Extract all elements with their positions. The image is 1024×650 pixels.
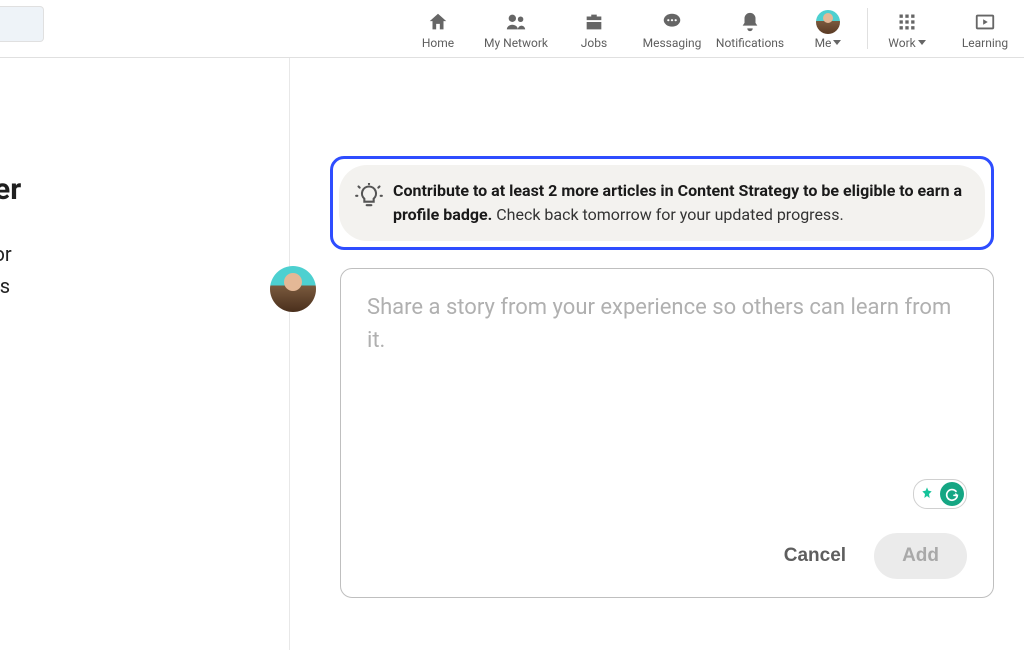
progress-callout-highlight: Contribute to at least 2 more articles i… — [330, 156, 994, 250]
nav-label: Work — [888, 36, 915, 50]
briefcase-icon — [582, 10, 606, 34]
nav-home[interactable]: Home — [399, 0, 477, 57]
nav-network[interactable]: My Network — [477, 0, 555, 57]
grammarly-icon — [940, 482, 964, 506]
message-icon — [660, 10, 684, 34]
home-icon — [426, 10, 450, 34]
chevron-down-icon — [833, 40, 841, 45]
people-icon — [504, 10, 528, 34]
nav-label: My Network — [484, 36, 548, 50]
nav-label: Learning — [962, 36, 1008, 50]
nav-notifications[interactable]: Notifications — [711, 0, 789, 57]
grid-icon — [895, 10, 919, 34]
compose-actions: Cancel Add — [367, 533, 967, 579]
sidebar-body-line: ples, stories, or — [0, 238, 289, 270]
bell-icon — [738, 10, 762, 34]
chevron-down-icon — [918, 40, 926, 45]
nav-label: Messaging — [643, 36, 702, 50]
grammarly-tone-icon — [916, 483, 938, 505]
main-content: Contribute to at least 2 more articles i… — [290, 58, 1024, 650]
compose-textarea[interactable]: Share a story from your experience so ot… — [367, 291, 967, 441]
nav-label: Jobs — [581, 36, 607, 50]
lightbulb-icon — [355, 183, 383, 211]
nav-jobs[interactable]: Jobs — [555, 0, 633, 57]
sidebar-body-line: u like to add? — [0, 302, 289, 334]
progress-callout: Contribute to at least 2 more articles i… — [339, 165, 985, 241]
sidebar-heading: o consider — [0, 172, 289, 208]
nav-label: Me — [815, 36, 832, 50]
user-avatar[interactable] — [270, 266, 316, 312]
nav-label: Notifications — [716, 36, 784, 50]
learning-icon — [973, 10, 997, 34]
search-input-stub[interactable] — [0, 6, 44, 42]
nav-items: Home My Network Jobs Messaging — [399, 0, 1024, 57]
nav-messaging[interactable]: Messaging — [633, 0, 711, 57]
left-sidebar: o consider ples, stories, or of the prev… — [0, 58, 290, 650]
top-navigation: Home My Network Jobs Messaging — [0, 0, 1024, 58]
callout-rest-text: Check back tomorrow for your updated pro… — [492, 205, 843, 224]
grammarly-widget[interactable] — [913, 479, 967, 509]
cancel-button[interactable]: Cancel — [778, 537, 852, 575]
nav-me[interactable]: Me — [789, 0, 867, 57]
compose-box: Share a story from your experience so ot… — [340, 268, 994, 598]
sidebar-body-line: of the previous — [0, 270, 289, 302]
nav-label: Home — [422, 36, 454, 50]
avatar-icon — [816, 10, 840, 34]
nav-work[interactable]: Work — [868, 0, 946, 57]
add-button[interactable]: Add — [874, 533, 967, 579]
nav-learning[interactable]: Learning — [946, 0, 1024, 57]
